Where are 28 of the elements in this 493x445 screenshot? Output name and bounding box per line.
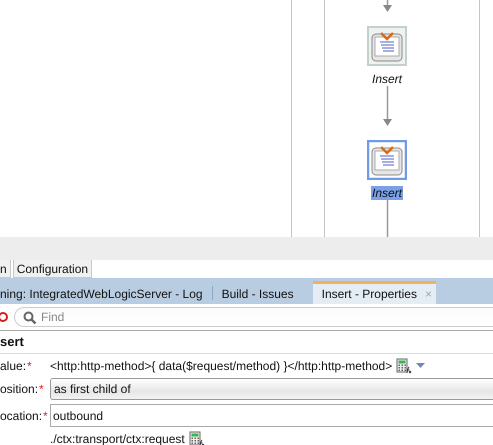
search-field[interactable]: Find [14,307,493,327]
node-icon[interactable] [367,26,407,66]
editor-tab[interactable]: Configuration [12,260,92,278]
node-icon[interactable] [367,140,407,180]
field-label: ocation: [0,408,42,422]
connector-line [386,200,388,237]
required-mark: * [27,359,32,373]
panel-tab[interactable]: Build - Issues [212,281,303,304]
connector-arrow [383,86,392,126]
node-label: Insert [370,186,403,200]
required-mark: * [39,382,44,396]
function-calculator-icon[interactable] [188,431,205,445]
editor-tab[interactable]: n [0,260,11,278]
required-mark: * [43,408,48,422]
panel-tab[interactable]: Insert - Properties × [312,281,436,304]
dropdown-caret-icon[interactable] [416,363,426,369]
position-dropdown[interactable]: as first child of [50,378,493,400]
node-label: Insert [370,72,403,86]
expression-value: <http:http-method>{ data($request/method) }</http:http-method> [50,359,392,373]
connector-arrow [383,0,392,12]
location-field[interactable]: outbound [50,404,493,427]
field-label: alue: [0,359,26,373]
field-label: osition: [0,382,38,396]
stop-icon[interactable] [0,311,8,323]
function-calculator-icon[interactable] [396,358,412,374]
search-icon [23,311,37,325]
panel-tab[interactable]: ning: IntegratedWebLogicServer - Log [0,281,212,304]
section-title: sert [0,331,493,354]
